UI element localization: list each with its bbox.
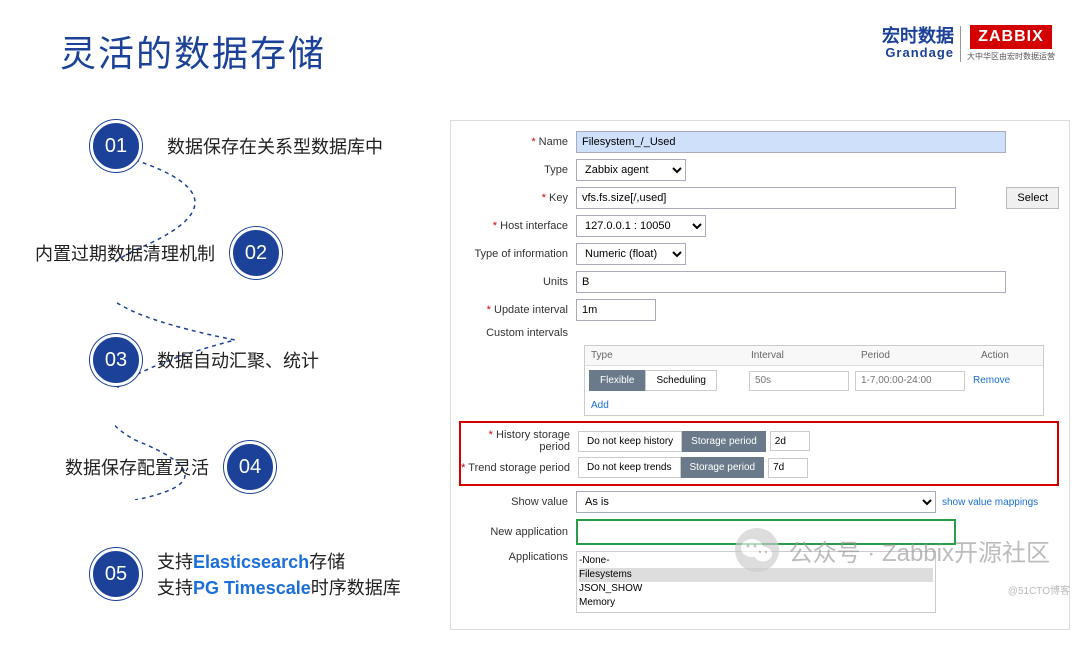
history-storage-period-button[interactable]: Storage period — [682, 431, 766, 452]
zabbix-item-form: Name Type Zabbix agent Key Select Host i… — [450, 120, 1070, 630]
name-label: Name — [451, 136, 576, 148]
app-option-none[interactable]: -None- — [579, 554, 933, 568]
bullet-4: 数据保存配置灵活 04 — [50, 441, 430, 493]
add-interval-link[interactable]: Add — [591, 400, 609, 411]
host-interface-select[interactable]: 127.0.0.1 : 10050 — [576, 215, 706, 237]
interval-input[interactable] — [749, 371, 849, 391]
update-interval-label: Update interval — [451, 304, 576, 316]
bullet-1-num: 01 — [90, 120, 142, 172]
type-select[interactable]: Zabbix agent — [576, 159, 686, 181]
footer-watermark: @51CTO博客 — [1008, 582, 1070, 597]
bullet-1-text: 数据保存在关系型数据库中 — [167, 133, 383, 159]
zabbix-logo: ZABBIX 大中华区由宏时数据运营 — [967, 25, 1055, 62]
units-input[interactable] — [576, 271, 1006, 293]
slide-header: 灵活的数据存储 宏时数据 Grandage ZABBIX 大中华区由宏时数据运营 — [0, 0, 1080, 77]
trend-period-input[interactable] — [768, 458, 808, 478]
slide-title: 灵活的数据存储 — [60, 25, 326, 77]
bullet-list: 01 数据保存在关系型数据库中 内置过期数据清理机制 02 03 数据自动汇聚、… — [60, 120, 430, 655]
type-of-information-select[interactable]: Numeric (float) — [576, 243, 686, 265]
show-value-select[interactable]: As is — [576, 491, 936, 513]
new-application-input-highlight[interactable] — [576, 519, 956, 545]
custom-intervals-table: Type Interval Period Action Flexible Sch… — [584, 345, 1044, 416]
trend-storage-label: Trend storage period — [461, 462, 578, 474]
bullet-1: 01 数据保存在关系型数据库中 — [90, 120, 430, 172]
scheduling-tab[interactable]: Scheduling — [645, 370, 716, 391]
applications-label: Applications — [451, 551, 576, 563]
app-option-memory[interactable]: Memory — [579, 596, 933, 610]
bullet-5: 05 支持Elasticsearch存储 支持PG Timescale时序数据库 — [90, 548, 430, 600]
trend-do-not-keep-button[interactable]: Do not keep trends — [578, 457, 681, 478]
bullet-4-num: 04 — [224, 441, 276, 493]
update-interval-input[interactable] — [576, 299, 656, 321]
app-option-json-show[interactable]: JSON_SHOW — [579, 582, 933, 596]
logo-group: 宏时数据 Grandage ZABBIX 大中华区由宏时数据运营 — [882, 25, 1055, 62]
bullet-3-num: 03 — [90, 334, 142, 386]
key-select-button[interactable]: Select — [1006, 187, 1059, 209]
type-label: Type — [451, 164, 576, 176]
bullet-3: 03 数据自动汇聚、统计 — [90, 334, 430, 386]
bullet-2: 内置过期数据清理机制 02 — [20, 227, 430, 279]
bullet-5-num: 05 — [90, 548, 142, 600]
trend-storage-period-button[interactable]: Storage period — [681, 457, 765, 478]
bullet-2-text: 内置过期数据清理机制 — [35, 240, 215, 266]
applications-listbox[interactable]: -None- Filesystems JSON_SHOW Memory — [576, 551, 936, 613]
bullet-3-text: 数据自动汇聚、统计 — [157, 347, 319, 373]
history-storage-label: History storage period — [461, 429, 578, 453]
bullet-5-text: 支持Elasticsearch存储 支持PG Timescale时序数据库 — [157, 548, 401, 600]
storage-highlight-box: History storage period Do not keep histo… — [459, 421, 1059, 486]
history-period-input[interactable] — [770, 431, 810, 451]
bullet-2-num: 02 — [230, 227, 282, 279]
flexible-tab[interactable]: Flexible — [589, 370, 645, 391]
type-of-information-label: Type of information — [451, 248, 576, 260]
logo-divider — [960, 26, 961, 62]
show-value-mappings-link[interactable]: show value mappings — [942, 497, 1038, 508]
remove-link[interactable]: Remove — [973, 375, 1010, 386]
new-application-label: New application — [451, 526, 576, 538]
custom-intervals-label: Custom intervals — [451, 327, 576, 339]
period-input[interactable] — [855, 371, 965, 391]
key-input[interactable] — [576, 187, 956, 209]
history-do-not-keep-button[interactable]: Do not keep history — [578, 431, 682, 452]
show-value-label: Show value — [451, 496, 576, 508]
host-interface-label: Host interface — [451, 220, 576, 232]
key-label: Key — [451, 192, 576, 204]
app-option-filesystems[interactable]: Filesystems — [579, 568, 933, 582]
grandage-logo: 宏时数据 Grandage — [882, 27, 954, 60]
units-label: Units — [451, 276, 576, 288]
bullet-4-text: 数据保存配置灵活 — [65, 454, 209, 480]
name-input[interactable] — [576, 131, 1006, 153]
